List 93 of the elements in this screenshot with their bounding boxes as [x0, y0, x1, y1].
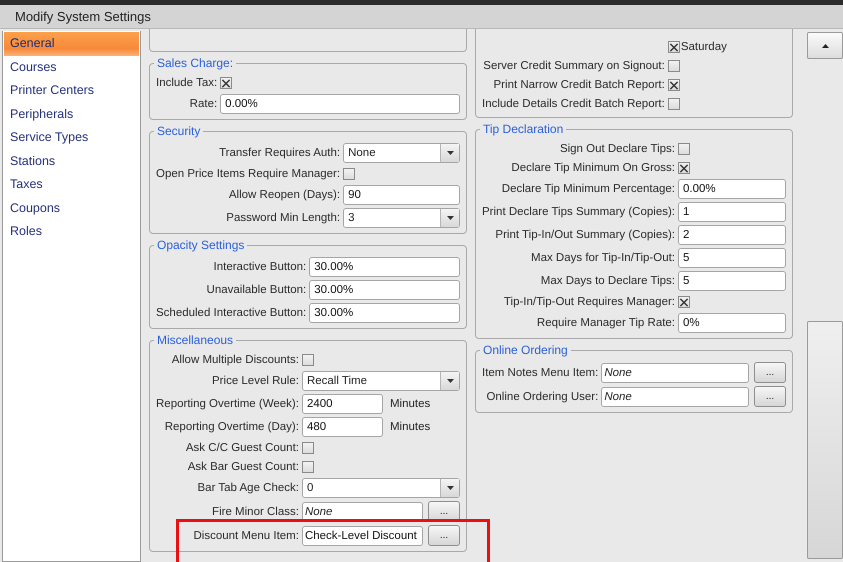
- checkbox[interactable]: [678, 162, 690, 174]
- sidebar-item[interactable]: Printer Centers: [3, 79, 140, 102]
- unit-label: Minutes: [390, 421, 430, 433]
- checkbox[interactable]: [220, 77, 232, 89]
- browse-button[interactable]: ...: [754, 386, 786, 407]
- field-label: Password Min Length:: [225, 212, 342, 224]
- checkbox-label: Saturday: [680, 41, 727, 53]
- field-label: Allow Multiple Discounts:: [170, 354, 300, 366]
- checkbox[interactable]: [302, 354, 314, 366]
- field-label: Max Days to Declare Tips:: [540, 275, 676, 287]
- up-arrow-icon: [822, 44, 828, 48]
- caret-icon: [446, 379, 454, 383]
- sidebar-item[interactable]: Courses: [3, 56, 140, 79]
- group-title: Online Ordering: [480, 342, 571, 358]
- checkbox[interactable]: [668, 79, 680, 91]
- field-label: Transfer Requires Auth:: [218, 147, 342, 159]
- field-label: Item Notes Menu Item:: [482, 366, 600, 378]
- checkbox[interactable]: [343, 168, 356, 180]
- browse-button[interactable]: ...: [754, 362, 786, 383]
- group-title: Opacity Settings: [154, 237, 248, 253]
- sidebar-item[interactable]: Stations: [3, 150, 140, 173]
- field-label: Print Tip-In/Out Summary (Copies):: [494, 229, 676, 241]
- field-label: Open Price Items Require Manager:: [156, 168, 342, 180]
- field-label: Print Narrow Credit Batch Report:: [492, 79, 666, 91]
- sidebar-item[interactable]: General: [4, 32, 139, 56]
- field-label: Require Manager Tip Rate:: [536, 317, 676, 329]
- input-field[interactable]: 30.00%: [309, 280, 460, 300]
- field-label: Print Declare Tips Summary (Copies):: [482, 206, 676, 218]
- field-label: Online Ordering User:: [485, 390, 600, 402]
- field-label: Server Credit Summary on Signout:: [482, 60, 666, 72]
- field-label: Ask Bar Guest Count:: [186, 461, 300, 473]
- input-field[interactable]: 0.00%: [678, 179, 786, 199]
- field-label: Reporting Overtime (Week):: [156, 398, 300, 410]
- input-field[interactable]: 5: [678, 248, 786, 268]
- input-field[interactable]: Check-Level Discount: [302, 526, 423, 546]
- dropdown[interactable]: None: [343, 143, 460, 163]
- caret-icon: [446, 486, 454, 490]
- group-title: Sales Charge:: [154, 55, 236, 71]
- input-field[interactable]: 30.00%: [309, 303, 460, 323]
- field-label: Sign Out Declare Tips:: [558, 143, 676, 155]
- sidebar-item[interactable]: Taxes: [3, 173, 140, 196]
- field-label: Fire Minor Class:: [211, 506, 300, 518]
- checkbox[interactable]: [668, 60, 680, 72]
- field-label: Max Days for Tip-In/Tip-Out:: [530, 252, 676, 264]
- field-label: Include Details Credit Batch Report:: [482, 98, 666, 110]
- input-field[interactable]: 480: [302, 417, 383, 437]
- scrollbar-thumb[interactable]: [807, 321, 843, 559]
- checkbox[interactable]: [668, 98, 680, 110]
- input-field[interactable]: 0%: [678, 313, 786, 333]
- field-label: Rate:: [188, 98, 218, 110]
- browse-button[interactable]: ...: [428, 525, 460, 546]
- field-label: Declare Tip Minimum On Gross:: [510, 162, 676, 174]
- sidebar-item[interactable]: Roles: [3, 220, 140, 244]
- input-field[interactable]: None: [601, 362, 749, 382]
- field-label: Unavailable Button:: [206, 284, 308, 296]
- field-label: Scheduled Interactive Button:: [156, 307, 308, 319]
- caret-icon: [446, 216, 454, 220]
- dropdown[interactable]: Recall Time: [302, 371, 460, 391]
- input-field[interactable]: 2: [678, 225, 786, 245]
- sidebar-item[interactable]: Service Types: [3, 126, 140, 150]
- checkbox[interactable]: [678, 143, 690, 155]
- unit-label: Minutes: [390, 398, 430, 410]
- field-label: Ask C/C Guest Count:: [184, 442, 300, 454]
- dropdown[interactable]: 3: [343, 208, 460, 228]
- checkbox[interactable]: [678, 296, 690, 308]
- field-label: Reporting Overtime (Day):: [164, 421, 300, 433]
- input-field[interactable]: 30.00%: [309, 257, 460, 277]
- field-label: Allow Reopen (Days):: [228, 189, 342, 201]
- caret-icon: [446, 151, 454, 155]
- field-label: Bar Tab Age Check:: [196, 482, 300, 494]
- input-field[interactable]: 90: [343, 185, 460, 205]
- field-label: Discount Menu Item:: [192, 530, 300, 542]
- input-field[interactable]: 1: [678, 202, 786, 222]
- input-field[interactable]: None: [601, 386, 749, 406]
- scroll-up-button[interactable]: [807, 32, 843, 59]
- group-title: Security: [154, 123, 204, 139]
- field-label: Interactive Button:: [212, 261, 308, 273]
- dropdown[interactable]: 0: [302, 478, 460, 498]
- field-label: Price Level Rule:: [211, 375, 300, 387]
- field-label: Include Tax:: [156, 77, 218, 89]
- checkbox[interactable]: [302, 442, 314, 454]
- field-label: Declare Tip Minimum Percentage:: [500, 183, 676, 195]
- input-field[interactable]: 0.00%: [220, 94, 460, 114]
- group-title: Tip Declaration: [480, 121, 566, 137]
- window-title: Modify System Settings: [15, 9, 151, 24]
- input-field[interactable]: 5: [678, 271, 786, 291]
- field-label: Tip-In/Tip-Out Requires Manager:: [502, 296, 676, 308]
- sidebar-item[interactable]: Coupons: [3, 196, 140, 220]
- checkbox[interactable]: [668, 41, 680, 53]
- input-field[interactable]: None: [302, 502, 423, 522]
- input-field[interactable]: 2400: [302, 394, 383, 414]
- sidebar-item[interactable]: Peripherals: [3, 102, 140, 126]
- checkbox[interactable]: [302, 461, 314, 473]
